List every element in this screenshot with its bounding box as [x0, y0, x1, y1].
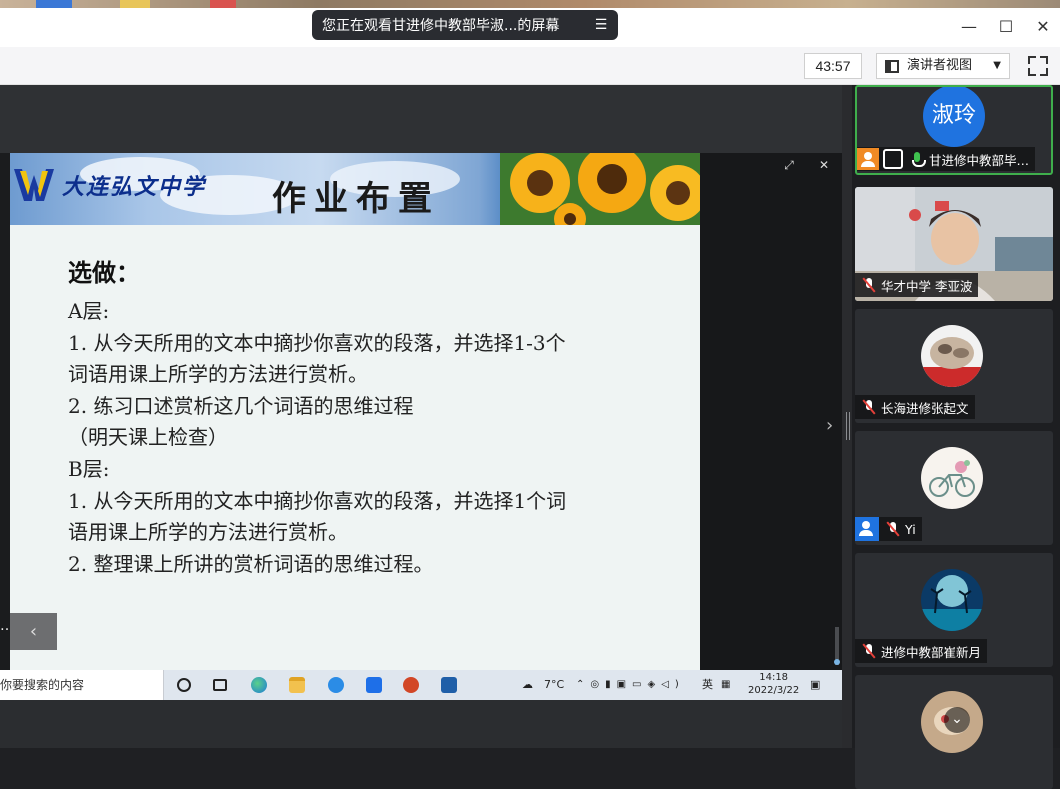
system-tray-icons: ⌃◎▮▣▭◈◁) [576, 679, 685, 690]
file-explorer-icon [289, 677, 305, 693]
participant-name: 华才中学 李亚波 [881, 278, 973, 294]
school-logo-icon [14, 169, 54, 201]
microphone-icon [909, 151, 926, 167]
meeting-toolbar: 43:57 演讲者视图 ▼ [0, 47, 1060, 85]
shared-screen-view: 大连弘文中学 作业布置 选做： A层: 1. 从今天所用的文本中摘抄你喜欢的段落… [0, 85, 842, 748]
meeting-timer: 43:57 [804, 53, 862, 79]
slide-line: （明天课上检查） [68, 425, 228, 450]
microphone-muted-icon [861, 643, 877, 659]
screen-share-icon [883, 149, 903, 169]
school-name: 大连弘文中学 [62, 174, 207, 200]
participant-name-bar: Yi [855, 517, 922, 541]
volume-slider[interactable] [834, 627, 840, 665]
desktop-icon [210, 0, 236, 8]
slide-line: 语用课上所学的方法进行赏析。 [68, 520, 348, 545]
taskbar-search-box: 你要搜索的内容 [0, 670, 164, 700]
slideshow-icon [441, 677, 457, 693]
notification-icon: ▣ [810, 678, 821, 691]
participant-tile[interactable]: 进修中教部崔新月 [855, 553, 1053, 667]
participant-name-bar: 华才中学 李亚波 [855, 273, 979, 297]
participant-name-bar: 进修中教部崔新月 [855, 639, 988, 663]
taskbar-time: 14:18 [759, 672, 789, 683]
slide-heading: 选做： [68, 258, 140, 287]
previous-slide-button[interactable]: ‹ [10, 613, 57, 650]
slide-line: 1. 从今天所用的文本中摘抄你喜欢的段落，并选择1个词 [68, 488, 567, 513]
menu-icon[interactable]: ☰ [592, 16, 610, 34]
slide-line: 词语用课上所学的方法进行赏析。 [68, 362, 368, 387]
weather-icon: ☁ [522, 678, 533, 691]
view-mode-dropdown[interactable]: 演讲者视图 ▼ [876, 53, 1010, 79]
participant-name-bar: 长海进修张起文 [855, 395, 975, 419]
slide-line: 1. 从今天所用的文本中摘抄你喜欢的段落，并选择1-3个 [68, 330, 566, 355]
microphone-muted-icon [861, 399, 877, 415]
participant-tile[interactable]: 长海进修张起文 [855, 309, 1053, 423]
view-mode-label: 演讲者视图 [907, 58, 973, 73]
ime-icon: ▦ [721, 679, 731, 690]
avatar: 淑玲 [923, 87, 985, 147]
shared-screen-bottom [0, 700, 842, 748]
cortana-icon [177, 678, 191, 692]
shared-screen-top [0, 85, 842, 153]
slide-line: A层: [68, 299, 110, 323]
tencent-meeting-icon [366, 677, 382, 693]
share-banner-text: 您正在观看甘进修中教部毕淑...的屏幕 [322, 18, 560, 34]
weather-temperature: 7°C [544, 678, 565, 691]
scroll-down-icon[interactable]: ⌄ [944, 707, 970, 733]
maximize-button[interactable]: ☐ [995, 16, 1017, 38]
participant-panel: 淑玲 甘进修中教部毕… 华才中学 李亚波 长海进修张起文 Yi 进修中教部崔新月… [852, 85, 1060, 789]
participant-name: Yi [905, 521, 916, 537]
host-icon [857, 148, 879, 170]
slide-title: 作业布置 [272, 179, 440, 219]
slide-line: B层: [68, 456, 110, 481]
microphone-muted-icon [861, 277, 877, 293]
edge-icon [251, 677, 267, 693]
feishu-icon [328, 677, 344, 693]
slide-body: 选做： A层: 1. 从今天所用的文本中摘抄你喜欢的段落，并选择1-3个 词语用… [68, 253, 688, 580]
participant-tile[interactable]: 华才中学 李亚波 [855, 187, 1053, 301]
sunflower-image [500, 153, 700, 225]
title-bar: 您正在观看甘进修中教部毕淑...的屏幕 ☰ — ☐ ✕ [0, 8, 1060, 47]
close-button[interactable]: ✕ [1032, 16, 1054, 38]
minimize-button[interactable]: — [958, 16, 980, 38]
popout-icon[interactable]: ⤢ [782, 158, 796, 172]
avatar [921, 325, 983, 387]
desktop-icon [120, 0, 150, 8]
microphone-muted-icon [885, 521, 901, 537]
avatar [921, 447, 983, 509]
input-language: 英 [702, 678, 713, 691]
speaker-view-icon [885, 60, 899, 73]
taskbar-clock: 14:18 2022/3/22 [748, 671, 799, 697]
participant-name-bar: 甘进修中教部毕… [857, 147, 1036, 171]
slide-right-margin [700, 153, 842, 670]
desktop-icon [36, 0, 72, 8]
powerpoint-icon [403, 677, 419, 693]
user-icon [855, 517, 879, 541]
chevron-down-icon: ▼ [993, 60, 1001, 71]
close-slide-icon[interactable]: ✕ [817, 158, 831, 172]
participant-name: 进修中教部崔新月 [881, 644, 982, 660]
shared-taskbar: 你要搜索的内容 ☁ 7°C ⌃◎▮▣▭◈◁) 英 ▦ 14:18 2022/3/… [0, 670, 842, 700]
chevron-right-icon[interactable]: › [826, 415, 833, 436]
drag-handle-icon[interactable] [846, 412, 850, 440]
slide-line: 2. 练习口述赏析这几个词语的思维过程 [68, 393, 414, 418]
avatar [921, 569, 983, 631]
participant-name: 长海进修张起文 [881, 400, 969, 416]
desktop-background-strip [0, 0, 1060, 8]
slide-left-margin [0, 153, 10, 670]
taskbar-date: 2022/3/22 [748, 685, 800, 696]
screen-share-banner[interactable]: 您正在观看甘进修中教部毕淑...的屏幕 ☰ [312, 10, 618, 40]
participant-tile[interactable]: 淑玲 甘进修中教部毕… [855, 85, 1053, 175]
fullscreen-icon[interactable] [1026, 54, 1050, 78]
participant-tile[interactable]: Yi [855, 431, 1053, 545]
task-view-icon [213, 679, 227, 691]
slide-header: 大连弘文中学 作业布置 [10, 153, 700, 225]
slide-line: 2. 整理课上所讲的赏析词语的思维过程。 [68, 551, 434, 576]
participant-name: 甘进修中教部毕… [929, 152, 1030, 168]
presentation-slide: 大连弘文中学 作业布置 选做： A层: 1. 从今天所用的文本中摘抄你喜欢的段落… [10, 153, 700, 670]
